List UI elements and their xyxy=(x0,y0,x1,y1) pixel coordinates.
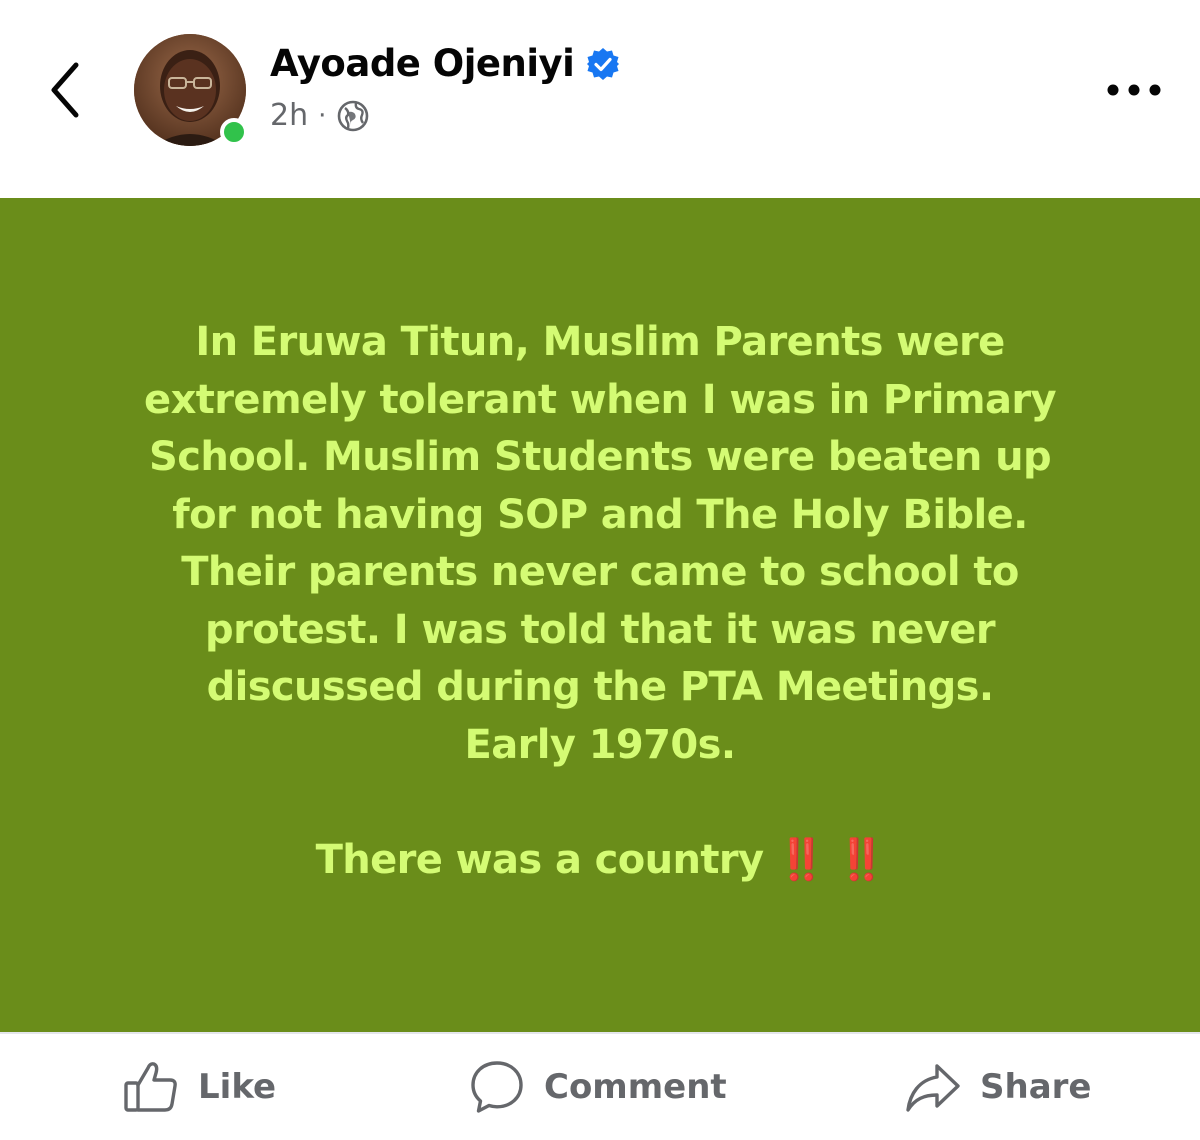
author-name[interactable]: Ayoade Ojeniyi xyxy=(270,42,575,85)
back-button[interactable] xyxy=(40,55,96,125)
verified-badge-icon xyxy=(587,47,620,80)
post-text-line: extremely tolerant when I was in Primary xyxy=(144,376,1057,423)
comment-button[interactable]: Comment xyxy=(468,1034,727,1140)
post-closing-text: There was a country xyxy=(315,836,765,883)
online-status-indicator xyxy=(220,118,248,146)
post-text-line: protest. I was told that it was never xyxy=(205,606,996,653)
meta-separator: · xyxy=(318,100,327,131)
post-text-line: School. Muslim Students were beaten up xyxy=(149,434,1052,480)
post-text-line: Early 1970s. xyxy=(464,721,736,768)
post-text: In Eruwa Titun, Muslim Parents were extr… xyxy=(60,314,1140,889)
double-exclamation-emoji: ‼️ ‼️ xyxy=(776,836,887,883)
comment-bubble-icon xyxy=(471,1061,523,1113)
share-label: Share xyxy=(980,1067,1092,1107)
post-background: In Eruwa Titun, Muslim Parents were extr… xyxy=(0,198,1200,1032)
post-time[interactable]: 2h xyxy=(270,98,308,133)
post-header: Ayoade Ojeniyi 2h · xyxy=(0,0,1200,198)
author-avatar[interactable] xyxy=(134,34,248,148)
more-horizontal-icon xyxy=(1107,84,1161,96)
post-closing-line: There was a country ‼️ ‼️ xyxy=(60,832,1140,890)
share-arrow-icon xyxy=(906,1064,960,1112)
post-actions-bar: Like Comment Share xyxy=(0,1034,1200,1140)
post-text-line: In Eruwa Titun, Muslim Parents were xyxy=(195,319,1005,365)
post-blank-line xyxy=(60,774,1140,832)
post-text-line: for not having SOP and The Holy Bible. xyxy=(172,491,1028,538)
thumbs-up-icon xyxy=(124,1062,177,1112)
like-button[interactable]: Like xyxy=(122,1034,276,1140)
globe-icon[interactable] xyxy=(336,99,370,133)
comment-label: Comment xyxy=(544,1067,727,1107)
post-meta: 2h · xyxy=(270,98,370,133)
post-text-line: Their parents never came to school to xyxy=(181,549,1019,595)
chevron-left-icon xyxy=(51,62,79,118)
share-button[interactable]: Share xyxy=(904,1034,1091,1140)
more-options-button[interactable] xyxy=(1100,70,1170,110)
like-label: Like xyxy=(198,1067,277,1107)
author-name-row: Ayoade Ojeniyi xyxy=(270,42,620,85)
post-text-line: discussed during the PTA Meetings. xyxy=(206,664,994,710)
